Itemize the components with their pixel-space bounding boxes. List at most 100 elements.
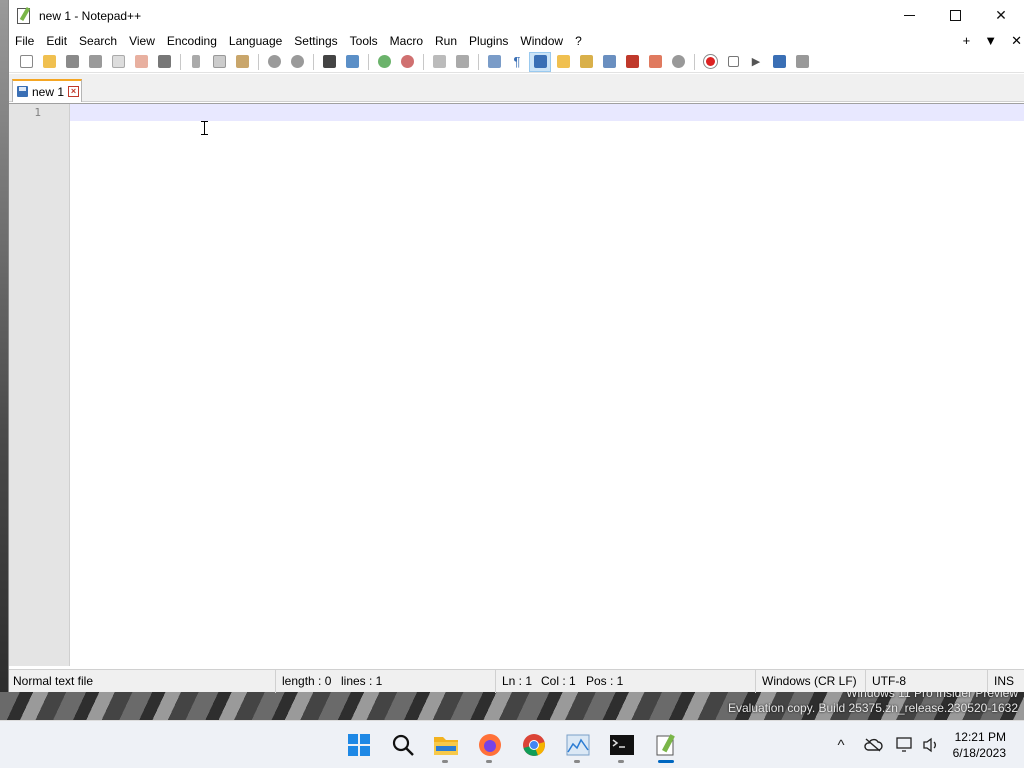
running-indicator bbox=[574, 760, 580, 763]
text-editor[interactable]: 1 bbox=[9, 103, 1024, 666]
status-line: Ln : 1 bbox=[495, 670, 532, 693]
start-button[interactable] bbox=[345, 731, 373, 759]
notepad-plus-plus-taskbar-button[interactable] bbox=[652, 731, 680, 763]
tab-list-button[interactable]: ▼ bbox=[984, 31, 997, 51]
toolbar-separator bbox=[180, 53, 181, 70]
search-button[interactable] bbox=[389, 731, 417, 759]
find-button[interactable] bbox=[318, 52, 340, 72]
status-insert-mode[interactable]: INS bbox=[987, 670, 1014, 693]
speaker-icon bbox=[923, 737, 936, 753]
current-line-highlight bbox=[70, 104, 1024, 121]
undo-button[interactable] bbox=[263, 52, 285, 72]
status-eol[interactable]: Windows (CR LF) bbox=[755, 670, 857, 693]
replace-button[interactable] bbox=[341, 52, 363, 72]
menu-view[interactable]: View bbox=[123, 31, 161, 51]
close-tab-button[interactable]: ✕ bbox=[1011, 31, 1022, 51]
word-wrap-icon bbox=[487, 55, 501, 68]
file-explorer-button[interactable] bbox=[432, 731, 460, 763]
zoom-in-button[interactable] bbox=[373, 52, 395, 72]
tab-close-icon[interactable]: × bbox=[68, 86, 80, 97]
window-controls: ✕ bbox=[886, 0, 1024, 31]
minimize-button[interactable] bbox=[886, 0, 932, 31]
word-wrap-button[interactable] bbox=[483, 52, 505, 72]
firefox-button[interactable] bbox=[476, 731, 504, 763]
network-button[interactable] bbox=[892, 732, 918, 758]
zoom-out-button[interactable] bbox=[396, 52, 418, 72]
menu-settings[interactable]: Settings bbox=[288, 31, 343, 51]
open-file-button[interactable] bbox=[38, 52, 60, 72]
new-file-button[interactable] bbox=[15, 52, 37, 72]
save-button[interactable] bbox=[61, 52, 83, 72]
save-all-icon bbox=[88, 55, 102, 68]
monitoring-button[interactable] bbox=[667, 52, 689, 72]
clock-date: 6/18/2023 bbox=[952, 746, 1006, 760]
menu-macro[interactable]: Macro bbox=[384, 31, 429, 51]
active-indicator bbox=[658, 760, 674, 763]
volume-button[interactable] bbox=[918, 732, 944, 758]
save-macro-icon bbox=[795, 55, 809, 68]
paste-icon bbox=[235, 55, 249, 68]
run-macro-multiple-button[interactable] bbox=[768, 52, 790, 72]
new-tab-button[interactable]: + bbox=[963, 31, 971, 51]
stop-macro-button[interactable] bbox=[722, 52, 744, 72]
menu-search[interactable]: Search bbox=[73, 31, 123, 51]
save-all-button[interactable] bbox=[84, 52, 106, 72]
udl-button[interactable] bbox=[552, 52, 574, 72]
menu-window[interactable]: Window bbox=[514, 31, 569, 51]
close-icon bbox=[111, 55, 125, 68]
folder-workspace-button[interactable] bbox=[644, 52, 666, 72]
print-button[interactable] bbox=[153, 52, 175, 72]
saved-state-icon bbox=[17, 86, 28, 97]
menu-file[interactable]: File bbox=[9, 31, 40, 51]
status-encoding[interactable]: UTF-8 bbox=[865, 670, 906, 693]
line-number-gutter: 1 bbox=[9, 104, 70, 666]
menu-encoding[interactable]: Encoding bbox=[161, 31, 223, 51]
play-macro-icon: ▶ bbox=[751, 56, 761, 68]
onedrive-button[interactable] bbox=[860, 732, 886, 758]
cloud-offline-icon bbox=[864, 738, 883, 752]
toolbar-separator bbox=[258, 53, 259, 70]
doc-list-button[interactable] bbox=[598, 52, 620, 72]
show-hidden-icons-button[interactable]: ^ bbox=[828, 732, 854, 758]
tab-label: new 1 bbox=[32, 84, 65, 99]
find-icon bbox=[322, 55, 336, 68]
menu-run[interactable]: Run bbox=[429, 31, 463, 51]
maximize-icon bbox=[949, 10, 961, 21]
ibeam-cursor-icon bbox=[201, 121, 208, 135]
close-all-icon bbox=[134, 55, 148, 68]
clock[interactable]: 12:21 PM 6/18/2023 bbox=[944, 729, 1024, 761]
title-bar[interactable]: new 1 - Notepad++ ✕ bbox=[9, 0, 1024, 31]
function-list-button[interactable] bbox=[621, 52, 643, 72]
menu-language[interactable]: Language bbox=[223, 31, 288, 51]
sync-horizontal-button[interactable] bbox=[451, 52, 473, 72]
close-button[interactable]: ✕ bbox=[978, 0, 1024, 31]
chrome-button[interactable] bbox=[520, 731, 548, 759]
maximize-button[interactable] bbox=[932, 0, 978, 31]
menu-tools[interactable]: Tools bbox=[344, 31, 384, 51]
running-indicator bbox=[618, 760, 624, 763]
record-macro-button[interactable] bbox=[699, 52, 721, 72]
close-icon: ✕ bbox=[995, 7, 1007, 23]
open-file-icon bbox=[42, 55, 56, 68]
sync-vertical-button[interactable] bbox=[428, 52, 450, 72]
close-all-button[interactable] bbox=[130, 52, 152, 72]
cut-button[interactable] bbox=[185, 52, 207, 72]
menu-edit[interactable]: Edit bbox=[40, 31, 73, 51]
redo-button[interactable] bbox=[286, 52, 308, 72]
menu-plugins[interactable]: Plugins bbox=[463, 31, 514, 51]
play-macro-button[interactable]: ▶ bbox=[745, 52, 767, 72]
resource-monitor-button[interactable] bbox=[564, 731, 592, 763]
save-macro-button[interactable] bbox=[791, 52, 813, 72]
paste-button[interactable] bbox=[231, 52, 253, 72]
indent-guide-button[interactable] bbox=[529, 51, 551, 72]
tab-new-1[interactable]: new 1 × bbox=[12, 79, 82, 102]
close-file-button[interactable] bbox=[107, 52, 129, 72]
copy-button[interactable] bbox=[208, 52, 230, 72]
toolbar-separator bbox=[694, 53, 695, 70]
terminal-button[interactable] bbox=[608, 731, 636, 763]
menu-help[interactable]: ? bbox=[569, 31, 588, 51]
notepad-plus-plus-icon bbox=[656, 734, 675, 756]
show-all-chars-button[interactable]: ¶ bbox=[506, 52, 528, 72]
folder-workspace-icon bbox=[648, 55, 662, 68]
doc-map-button[interactable] bbox=[575, 52, 597, 72]
